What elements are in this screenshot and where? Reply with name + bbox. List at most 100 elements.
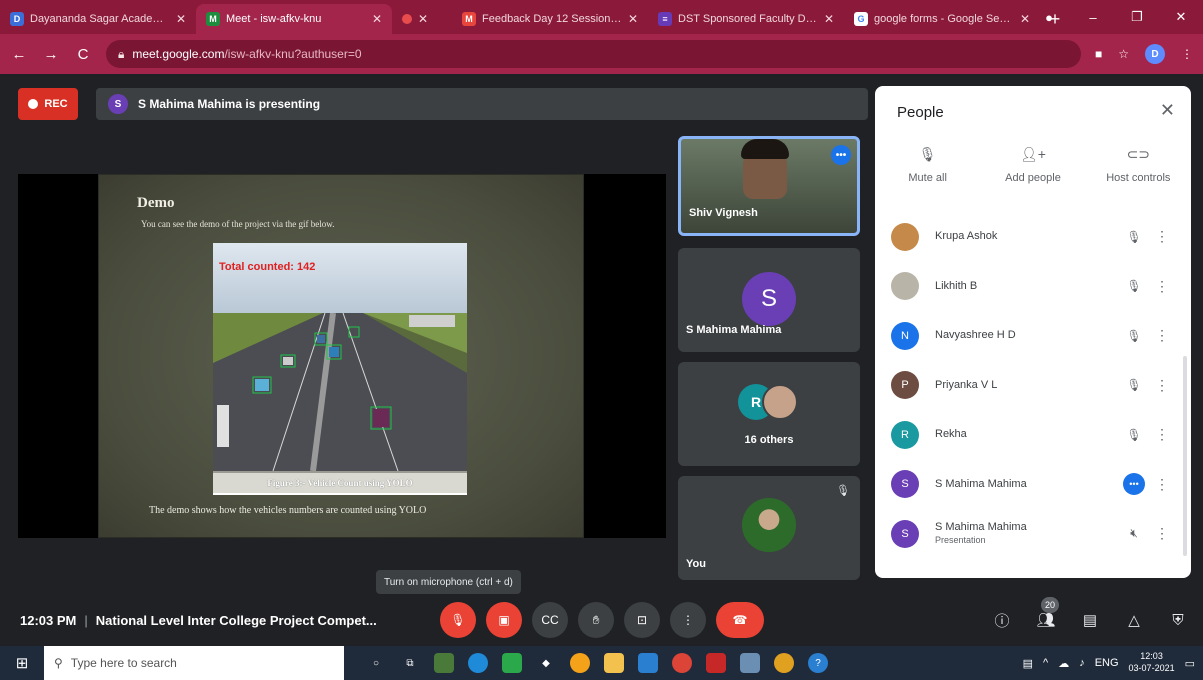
windows-start-icon[interactable]: ⊞: [0, 654, 44, 672]
participant-tile-mahima[interactable]: S S Mahima Mahima: [678, 248, 860, 352]
record-dot-icon: [28, 99, 39, 109]
more-vert-icon[interactable]: ⋮: [1149, 476, 1175, 493]
profile-avatar[interactable]: D: [1145, 44, 1165, 64]
browser-menu-icon[interactable]: ⋮: [1181, 47, 1193, 61]
forward-icon[interactable]: →: [42, 46, 60, 63]
taskbar-search[interactable]: ⚲ Type here to search: [44, 646, 344, 680]
app-icon[interactable]: [570, 653, 590, 673]
tab-google-search[interactable]: G google forms - Google Searc ✕: [844, 4, 1040, 34]
participant-avatar: S: [891, 470, 919, 499]
tab-dst[interactable]: ≡ DST Sponsored Faculty Devel ✕: [648, 4, 844, 34]
people-actions: 🎙︎ Mute all 👤︎+ Add people ⊂⊃ Host contr…: [875, 146, 1191, 202]
tab-recording[interactable]: ✕: [392, 4, 452, 34]
task-view-icon[interactable]: ⧉: [400, 653, 420, 673]
edge-icon[interactable]: [468, 653, 488, 673]
close-window-icon[interactable]: ✕: [1159, 9, 1203, 25]
more-options-button[interactable]: ⋮: [670, 602, 706, 638]
participant-avatar: S: [891, 519, 919, 548]
participant-tile-others[interactable]: R 16 others: [678, 362, 860, 466]
participant-name: S Mahima Mahima: [935, 477, 1027, 490]
more-vert-icon[interactable]: ⋮: [1149, 327, 1175, 344]
participant-row[interactable]: P Priyanka V L 🎙︎ ⋮: [875, 361, 1191, 411]
app-icon[interactable]: [434, 653, 454, 673]
app-icon[interactable]: [740, 653, 760, 673]
present-button[interactable]: ⊡: [624, 602, 660, 638]
network-icon[interactable]: ☁︎: [1058, 657, 1069, 670]
participant-list: Krupa Ashok 🎙︎ ⋮ Likhith B 🎙︎ ⋮ N Navyas…: [875, 212, 1191, 559]
reload-icon[interactable]: C: [74, 46, 92, 63]
participant-row[interactable]: S S Mahima Mahima ••• ⋮: [875, 460, 1191, 510]
bookmark-star-icon[interactable]: ☆: [1118, 47, 1129, 61]
mic-off-icon[interactable]: 🎙︎: [1119, 329, 1149, 343]
close-tab-icon[interactable]: ✕: [176, 12, 186, 26]
recording-badge[interactable]: REC: [18, 88, 78, 120]
chrome-icon[interactable]: [774, 653, 794, 673]
people-icon[interactable]: 👥︎ 20: [1035, 597, 1059, 629]
close-tab-icon[interactable]: ✕: [824, 12, 834, 26]
mic-off-icon[interactable]: 🎙︎: [1119, 428, 1149, 442]
help-icon[interactable]: ?: [808, 653, 828, 673]
host-controls-button[interactable]: ⊂⊃ Host controls: [1086, 146, 1191, 202]
chat-icon[interactable]: ▤: [1079, 611, 1101, 629]
more-vert-icon[interactable]: ⋮: [1149, 228, 1175, 245]
app-icon[interactable]: [502, 653, 522, 673]
activities-icon[interactable]: △: [1123, 611, 1145, 629]
more-vert-icon[interactable]: ⋮: [1149, 426, 1175, 443]
presenting-banner: S S Mahima Mahima is presenting: [96, 88, 868, 120]
close-tab-icon[interactable]: ✕: [372, 12, 382, 26]
language-indicator[interactable]: ENG: [1095, 657, 1119, 669]
close-icon[interactable]: ✕: [1160, 100, 1175, 121]
tray-app-icon[interactable]: ▤: [1023, 657, 1033, 670]
minimize-icon[interactable]: –: [1071, 10, 1115, 25]
participant-row[interactable]: Krupa Ashok 🎙︎ ⋮: [875, 212, 1191, 262]
captions-button[interactable]: CC: [532, 602, 568, 638]
url-field[interactable]: 🔒︎ meet.google.com/isw-afkv-knu?authuser…: [106, 40, 1081, 68]
store-icon[interactable]: [638, 653, 658, 673]
close-tab-icon[interactable]: ✕: [628, 12, 638, 26]
tab-dayananda[interactable]: D Dayananda Sagar Academy o ✕: [0, 4, 196, 34]
back-icon[interactable]: ←: [10, 46, 28, 63]
people-title: People: [897, 104, 944, 121]
mute-all-button[interactable]: 🎙︎ Mute all: [875, 146, 980, 202]
dropbox-icon[interactable]: ◆: [536, 653, 556, 673]
file-explorer-icon[interactable]: [604, 653, 624, 673]
camera-icon[interactable]: ■: [1095, 47, 1102, 61]
notification-icon[interactable]: ▭: [1185, 657, 1195, 670]
add-people-button[interactable]: 👤︎+ Add people: [980, 146, 1085, 202]
more-vert-icon[interactable]: ⋮: [1149, 525, 1175, 542]
taskbar-clock[interactable]: 12:03 03-07-2021: [1129, 651, 1175, 674]
mic-off-icon[interactable]: 🎙︎: [1119, 279, 1149, 293]
volume-off-icon[interactable]: 🔇︎: [1119, 526, 1149, 541]
participant-row[interactable]: N Navyashree H D 🎙︎ ⋮: [875, 311, 1191, 361]
volume-icon[interactable]: ♪: [1079, 657, 1085, 669]
participant-row[interactable]: R Rekha 🎙︎ ⋮: [875, 410, 1191, 460]
participant-row[interactable]: Likhith B 🎙︎ ⋮: [875, 262, 1191, 312]
participant-row[interactable]: S S Mahima Mahima Presentation 🔇︎ ⋮: [875, 509, 1191, 559]
forms-icon: ≡: [658, 12, 672, 26]
close-tab-icon[interactable]: ✕: [418, 12, 428, 26]
address-bar-row: ← → C 🔒︎ meet.google.com/isw-afkv-knu?au…: [0, 34, 1203, 74]
more-options-icon[interactable]: •••: [831, 145, 851, 165]
chrome-icon[interactable]: [672, 653, 692, 673]
leave-call-button[interactable]: ☎︎: [716, 602, 764, 638]
mic-toggle-button[interactable]: 🎙︎: [440, 602, 476, 638]
more-vert-icon[interactable]: ⋮: [1149, 278, 1175, 295]
self-tile[interactable]: 🎙︎ You: [678, 476, 860, 580]
restore-icon[interactable]: ❐: [1115, 9, 1159, 25]
tab-meet[interactable]: M Meet - isw-afkv-knu ✕: [196, 4, 392, 34]
tab-feedback[interactable]: M Feedback Day 12 Session - ss ✕: [452, 4, 648, 34]
info-icon[interactable]: ⓘ: [991, 610, 1013, 631]
people-scrollbar[interactable]: [1183, 356, 1187, 556]
tray-expand-icon[interactable]: ^: [1043, 657, 1048, 669]
tab-favicon: M: [206, 12, 220, 26]
host-shield-icon[interactable]: ⛨: [1167, 612, 1189, 629]
raise-hand-button[interactable]: ✋︎: [578, 602, 614, 638]
mic-off-icon[interactable]: 🎙︎: [1119, 378, 1149, 392]
acrobat-icon[interactable]: [706, 653, 726, 673]
cortana-icon[interactable]: ○: [366, 653, 386, 673]
camera-toggle-button[interactable]: ▣: [486, 602, 522, 638]
participant-tile-shiv[interactable]: ••• Shiv Vignesh: [678, 136, 860, 236]
more-vert-icon[interactable]: ⋮: [1149, 377, 1175, 394]
highway-image: [213, 313, 467, 471]
mic-off-icon[interactable]: 🎙︎: [1119, 230, 1149, 244]
